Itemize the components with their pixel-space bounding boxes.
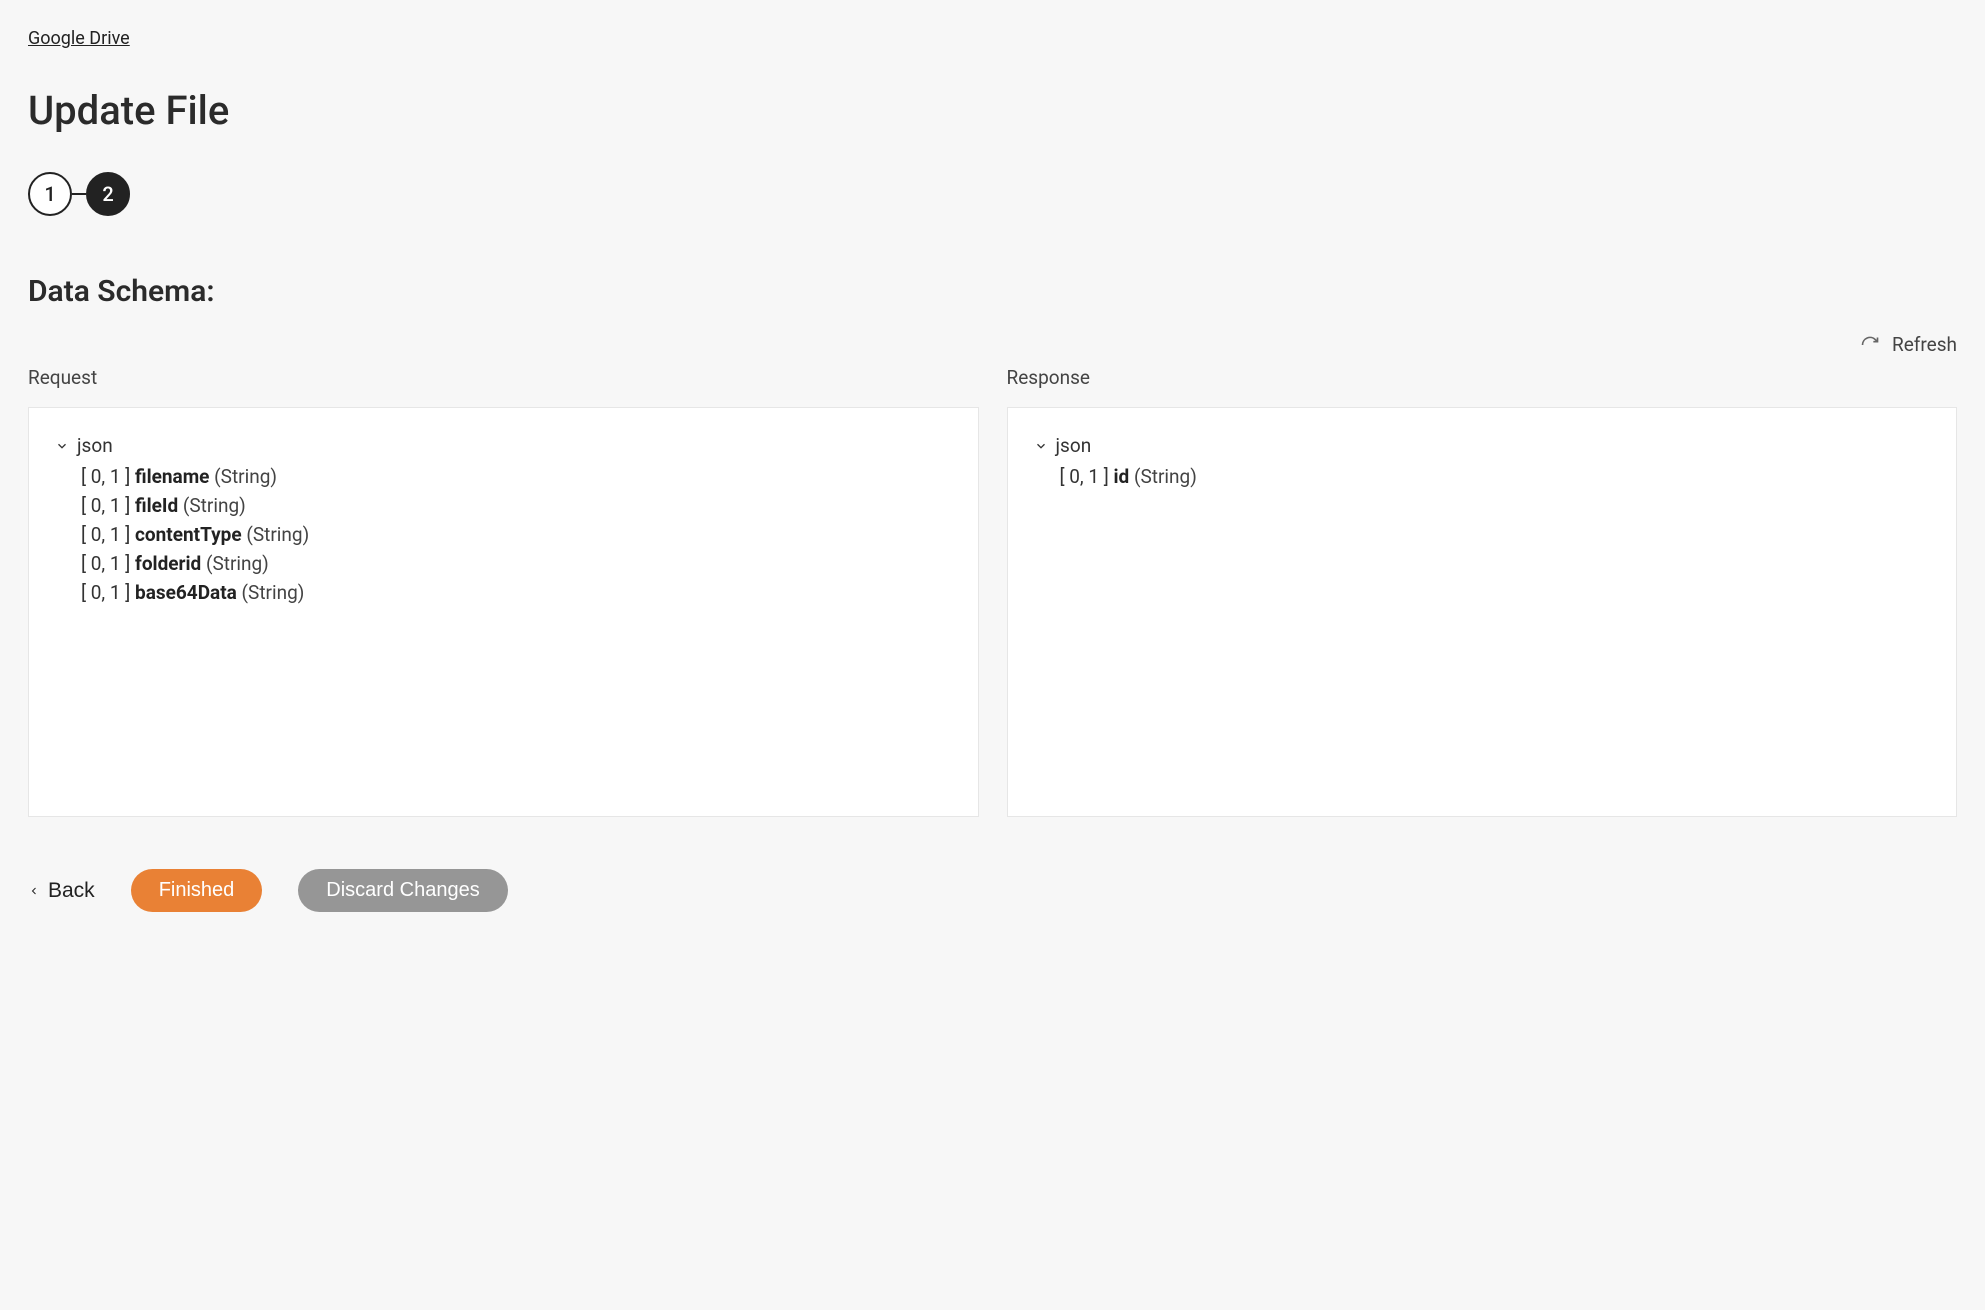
field-name: folderid xyxy=(135,552,201,575)
field-cardinality: [ 0, 1 ] xyxy=(81,523,130,546)
back-button[interactable]: Back xyxy=(28,879,95,903)
page-title: Update File xyxy=(28,87,1957,134)
response-field: [ 0, 1 ] id (String) xyxy=(1060,465,1931,488)
field-name: base64Data xyxy=(135,581,237,604)
response-panel: json [ 0, 1 ] id (String) xyxy=(1007,407,1958,817)
refresh-button[interactable]: Refresh xyxy=(28,333,1957,356)
request-field: [ 0, 1 ] contentType (String) xyxy=(81,523,952,546)
request-label: Request xyxy=(28,366,979,389)
field-name: id xyxy=(1114,465,1130,488)
request-column: Request json [ 0, 1 ] filename (String) … xyxy=(28,358,979,817)
footer-actions: Back Finished Discard Changes xyxy=(28,869,1957,912)
back-label: Back xyxy=(48,879,95,903)
chevron-down-icon xyxy=(55,439,69,453)
field-cardinality: [ 0, 1 ] xyxy=(81,581,130,604)
section-title: Data Schema: xyxy=(28,274,1957,309)
field-cardinality: [ 0, 1 ] xyxy=(81,552,130,575)
field-cardinality: [ 0, 1 ] xyxy=(81,465,130,488)
request-field: [ 0, 1 ] folderid (String) xyxy=(81,552,952,575)
response-root-toggle[interactable]: json xyxy=(1034,434,1931,457)
refresh-icon xyxy=(1860,335,1880,355)
response-column: Response json [ 0, 1 ] id (String) xyxy=(1007,358,1958,817)
request-field: [ 0, 1 ] fileId (String) xyxy=(81,494,952,517)
response-label: Response xyxy=(1007,366,1958,389)
breadcrumb-link[interactable]: Google Drive xyxy=(28,28,130,49)
refresh-label: Refresh xyxy=(1892,333,1957,356)
field-cardinality: [ 0, 1 ] xyxy=(81,494,130,517)
field-type: (String) xyxy=(246,523,309,546)
request-panel: json [ 0, 1 ] filename (String) [ 0, 1 ]… xyxy=(28,407,979,817)
field-type: (String) xyxy=(183,494,246,517)
field-type: (String) xyxy=(242,581,305,604)
response-fields: [ 0, 1 ] id (String) xyxy=(1060,465,1931,488)
request-field: [ 0, 1 ] base64Data (String) xyxy=(81,581,952,604)
request-fields: [ 0, 1 ] filename (String) [ 0, 1 ] file… xyxy=(81,465,952,604)
request-root-toggle[interactable]: json xyxy=(55,434,952,457)
chevron-left-icon xyxy=(28,883,40,899)
schema-panels: Request json [ 0, 1 ] filename (String) … xyxy=(28,358,1957,817)
request-field: [ 0, 1 ] filename (String) xyxy=(81,465,952,488)
field-name: contentType xyxy=(135,523,242,546)
discard-changes-button[interactable]: Discard Changes xyxy=(298,869,507,912)
step-connector xyxy=(72,193,86,195)
step-1[interactable]: 1 xyxy=(28,172,72,216)
field-name: fileId xyxy=(135,494,178,517)
field-cardinality: [ 0, 1 ] xyxy=(1060,465,1109,488)
chevron-down-icon xyxy=(1034,439,1048,453)
step-2[interactable]: 2 xyxy=(86,172,130,216)
field-type: (String) xyxy=(1134,465,1197,488)
request-root-label: json xyxy=(77,434,113,457)
field-name: filename xyxy=(135,465,209,488)
field-type: (String) xyxy=(206,552,269,575)
response-root-label: json xyxy=(1056,434,1092,457)
field-type: (String) xyxy=(214,465,277,488)
stepper: 1 2 xyxy=(28,172,1957,216)
finished-button[interactable]: Finished xyxy=(131,869,263,912)
